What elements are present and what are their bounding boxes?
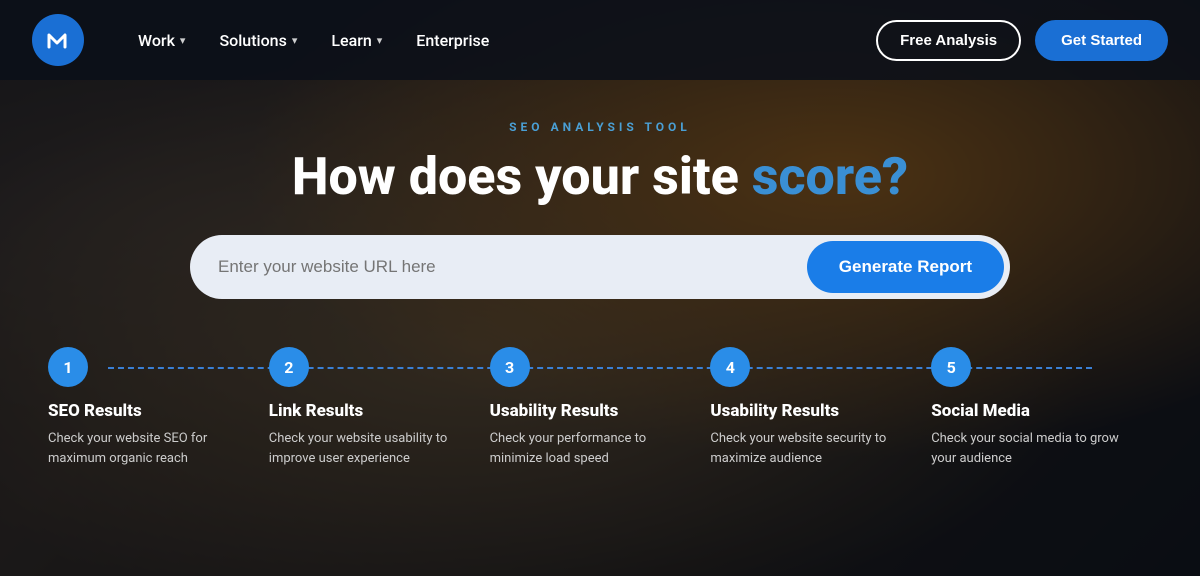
hero-section: SEO ANALYSIS TOOL How does your site sco… — [0, 80, 1200, 347]
steps-row: 1 SEO Results Check your website SEO for… — [48, 347, 1152, 468]
step-3: 3 Usability Results Check your performan… — [490, 347, 711, 468]
hero-title: How does your site score? — [292, 148, 908, 205]
chevron-down-icon: ▾ — [377, 34, 383, 47]
step-title-4: Usability Results — [710, 401, 839, 421]
step-title-5: Social Media — [931, 401, 1030, 421]
step-desc-3: Check your performance to minimize load … — [490, 429, 680, 468]
get-started-button[interactable]: Get Started — [1035, 20, 1168, 61]
step-title-3: Usability Results — [490, 401, 619, 421]
step-2: 2 Link Results Check your website usabil… — [269, 347, 490, 468]
step-number-1: 1 — [48, 347, 88, 387]
chevron-down-icon: ▾ — [292, 34, 298, 47]
logo[interactable] — [32, 14, 84, 66]
step-5: 5 Social Media Check your social media t… — [931, 347, 1152, 468]
step-4: 4 Usability Results Check your website s… — [710, 347, 931, 468]
nav-solutions[interactable]: Solutions ▾ — [205, 23, 311, 58]
hero-subtitle: SEO ANALYSIS TOOL — [509, 120, 691, 134]
nav-links: Work ▾ Solutions ▾ Learn ▾ Enterprise — [124, 23, 876, 58]
step-number-3: 3 — [490, 347, 530, 387]
chevron-down-icon: ▾ — [180, 34, 186, 47]
step-number-5: 5 — [931, 347, 971, 387]
step-1: 1 SEO Results Check your website SEO for… — [48, 347, 269, 468]
step-desc-2: Check your website usability to improve … — [269, 429, 459, 468]
nav-enterprise[interactable]: Enterprise — [402, 23, 503, 58]
step-number-4: 4 — [710, 347, 750, 387]
step-desc-5: Check your social media to grow your aud… — [931, 429, 1121, 468]
step-number-2: 2 — [269, 347, 309, 387]
navbar: Work ▾ Solutions ▾ Learn ▾ Enterprise Fr… — [0, 0, 1200, 80]
nav-actions: Free Analysis Get Started — [876, 20, 1168, 61]
generate-report-button[interactable]: Generate Report — [807, 241, 1004, 293]
url-search-bar: Generate Report — [190, 235, 1010, 299]
free-analysis-button[interactable]: Free Analysis — [876, 20, 1021, 61]
step-desc-1: Check your website SEO for maximum organ… — [48, 429, 238, 468]
steps-section: 1 SEO Results Check your website SEO for… — [0, 347, 1200, 468]
step-title-1: SEO Results — [48, 401, 142, 421]
nav-learn[interactable]: Learn ▾ — [317, 23, 396, 58]
url-input[interactable] — [218, 257, 807, 277]
step-desc-4: Check your website security to maximize … — [710, 429, 900, 468]
step-title-2: Link Results — [269, 401, 363, 421]
nav-work[interactable]: Work ▾ — [124, 23, 199, 58]
